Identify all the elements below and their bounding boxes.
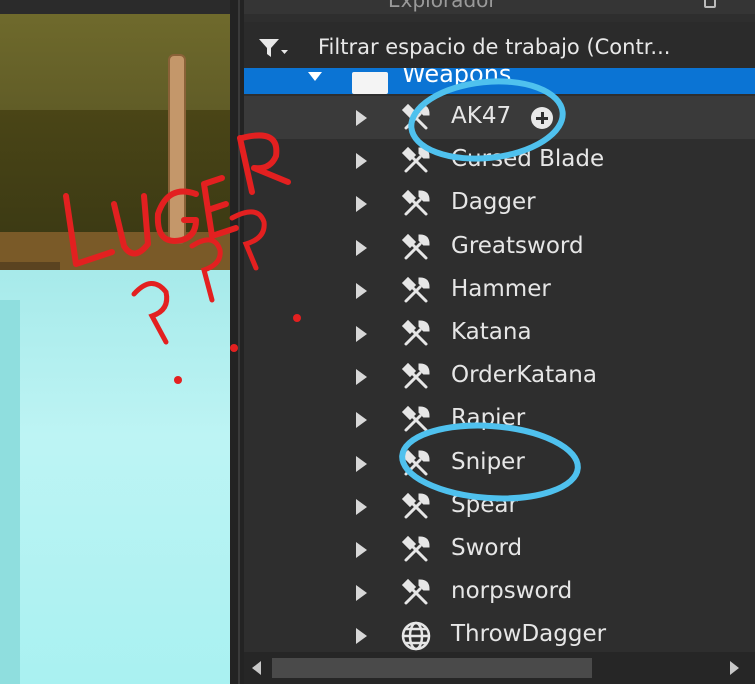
tree-item-label: OrderKatana xyxy=(451,362,597,389)
expand-arrow-icon[interactable] xyxy=(356,412,367,429)
tree-item[interactable]: AK47 xyxy=(244,96,755,139)
tool-icon xyxy=(400,232,432,264)
tool-icon xyxy=(400,534,432,566)
expand-arrow-icon[interactable] xyxy=(356,153,367,170)
tree-item-label: Weapons xyxy=(402,68,512,88)
tree-item-label: Katana xyxy=(451,319,532,345)
tree-item[interactable]: OrderKatana xyxy=(244,355,755,398)
tree-item-label: Sword xyxy=(451,535,523,561)
tree-item-label: Greatsword xyxy=(451,232,584,259)
tree-item-label: Cursed Blade xyxy=(451,146,605,173)
expand-arrow-icon[interactable] xyxy=(356,239,367,256)
tool-icon xyxy=(400,491,432,523)
filter-icon[interactable] xyxy=(258,38,288,58)
tree-item[interactable]: ThrowDagger xyxy=(244,614,755,656)
horizontal-scrollbar[interactable] xyxy=(244,652,755,684)
explorer-tree: Weapons AK47 Cursed Blade Dagger Greatsword… xyxy=(244,68,755,656)
tree-item[interactable]: Katana xyxy=(244,312,755,355)
tree-item[interactable]: Spear xyxy=(244,485,755,528)
folder-icon xyxy=(352,72,388,94)
restore-icon[interactable] xyxy=(704,0,716,8)
tool-icon xyxy=(400,361,432,393)
scrollbar-thumb[interactable] xyxy=(272,658,592,678)
panel-divider-line xyxy=(238,0,240,684)
expand-arrow-icon[interactable] xyxy=(356,196,367,213)
expand-arrow-icon[interactable] xyxy=(356,369,367,386)
tool-icon xyxy=(400,404,432,436)
tree-item[interactable]: Cursed Blade xyxy=(244,139,755,182)
explorer-panel: Explorador Filtrar espacio de trabajo (C… xyxy=(244,0,755,684)
expand-arrow-icon[interactable] xyxy=(356,110,367,126)
tree-item-label: Sniper xyxy=(451,448,525,475)
filter-input[interactable]: Filtrar espacio de trabajo (Contr... xyxy=(318,35,670,59)
expand-arrow-icon[interactable] xyxy=(356,498,367,515)
tree-item[interactable]: Sword xyxy=(244,528,755,571)
viewport-floor xyxy=(0,270,230,684)
game-viewport[interactable] xyxy=(0,0,230,684)
tree-item[interactable]: Greatsword xyxy=(244,226,755,269)
globe-icon xyxy=(400,620,432,652)
tree-item[interactable]: Rapier xyxy=(244,398,755,441)
tool-icon xyxy=(400,448,432,480)
tool-icon xyxy=(400,318,432,350)
tree-item-weapons[interactable]: Weapons xyxy=(244,68,755,94)
panel-divider[interactable] xyxy=(230,0,244,684)
tree-item[interactable]: norpsword xyxy=(244,571,755,614)
tree-item[interactable]: Hammer xyxy=(244,269,755,312)
expand-arrow-icon[interactable] xyxy=(356,282,367,299)
expand-arrow-icon[interactable] xyxy=(308,72,322,81)
tree-item-label: Hammer xyxy=(451,275,551,302)
filter-workspace-bar[interactable]: Filtrar espacio de trabajo (Contr... xyxy=(244,22,755,71)
tree-item-label: Rapier xyxy=(451,405,526,432)
expand-arrow-icon[interactable] xyxy=(356,542,367,558)
scroll-left-icon[interactable] xyxy=(252,661,261,675)
add-object-icon[interactable] xyxy=(531,107,553,129)
tree-item-label: ThrowDagger xyxy=(451,621,607,648)
tool-icon xyxy=(400,577,432,609)
tool-icon xyxy=(400,145,432,177)
tool-icon xyxy=(400,102,432,134)
scroll-right-icon[interactable] xyxy=(730,661,739,675)
tree-item[interactable]: Sniper xyxy=(244,442,755,485)
explorer-header: Explorador xyxy=(244,0,755,14)
tree-item-label: Spear xyxy=(451,491,518,518)
tree-item-label: Dagger xyxy=(451,189,536,216)
tool-icon xyxy=(400,188,432,220)
tool-icon xyxy=(400,275,432,307)
expand-arrow-icon[interactable] xyxy=(356,628,367,645)
viewport-floor-edge xyxy=(0,300,20,684)
expand-arrow-icon[interactable] xyxy=(356,585,367,602)
viewport-wall xyxy=(0,110,230,238)
expand-arrow-icon[interactable] xyxy=(356,455,367,472)
wooden-post xyxy=(168,54,186,244)
viewport-top-bar xyxy=(0,0,230,14)
explorer-title: Explorador xyxy=(388,0,497,12)
tree-item-label: norpsword xyxy=(451,578,573,605)
tree-item[interactable]: Dagger xyxy=(244,182,755,225)
tree-item-label: AK47 xyxy=(451,103,512,129)
expand-arrow-icon[interactable] xyxy=(356,326,367,342)
